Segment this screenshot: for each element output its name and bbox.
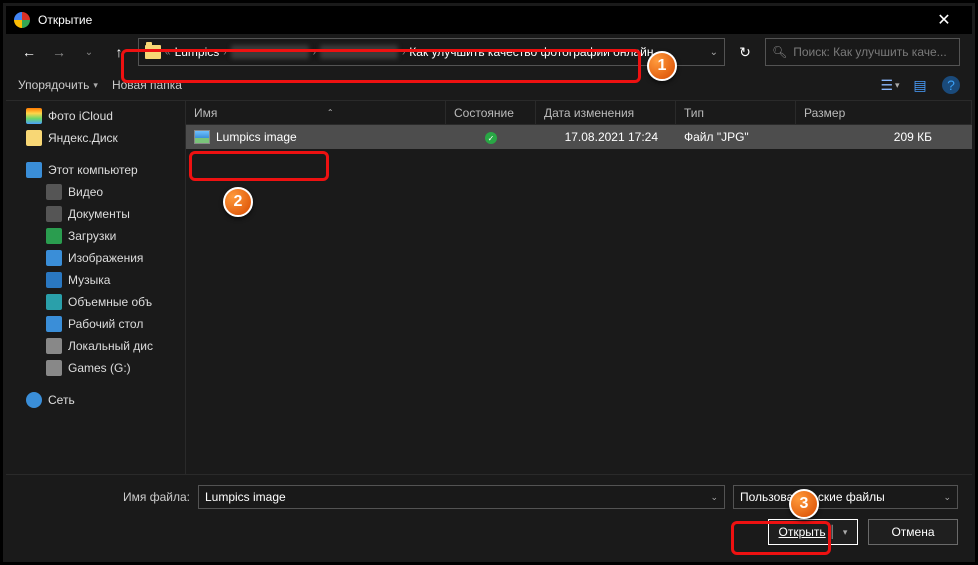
chevron-down-icon[interactable]: ⌄ <box>710 492 718 503</box>
col-size[interactable]: Размер <box>796 101 972 124</box>
file-list: Имя ⌃ Состояние Дата изменения Тип Разме… <box>186 101 972 474</box>
up-button[interactable]: ↑ <box>108 41 130 63</box>
close-button[interactable]: ✕ <box>924 6 964 34</box>
forward-button[interactable]: → <box>48 41 70 63</box>
file-type-filter[interactable]: Пользовательские файлы ⌄ <box>733 485 958 509</box>
search-icon: 🔍︎ <box>772 45 787 59</box>
search-input[interactable]: 🔍︎ Поиск: Как улучшить каче... <box>765 38 960 66</box>
file-type: Файл "JPG" <box>684 130 749 144</box>
image-file-icon <box>194 130 210 144</box>
recent-caret[interactable]: ⌄ <box>78 41 100 63</box>
chevron-down-icon[interactable]: ⌄ <box>710 47 718 58</box>
chevron-right-icon: › <box>402 47 405 58</box>
sidebar-item-thispc[interactable]: Этот компьютер <box>6 159 185 181</box>
sidebar-item-desktop[interactable]: Рабочий стол <box>6 313 185 335</box>
sidebar-item-network[interactable]: Сеть <box>6 389 185 411</box>
filename-input[interactable]: Lumpics image ⌄ <box>198 485 725 509</box>
view-mode-button[interactable]: ☰▾ <box>882 77 898 93</box>
refresh-button[interactable]: ↻ <box>733 44 757 61</box>
back-button[interactable]: ← <box>18 41 40 63</box>
annotation-badge-2: 2 <box>223 187 253 217</box>
open-button[interactable]: Открыть ▏▾ <box>768 519 858 545</box>
filename-label: Имя файла: <box>20 490 190 504</box>
breadcrumb-item-redacted[interactable]: xxxxxxx <box>320 45 398 59</box>
sidebar-item-yandex[interactable]: Яндекс.Диск <box>6 127 185 149</box>
breadcrumb-item[interactable]: Lumpics <box>175 45 220 59</box>
sync-ok-icon: ✓ <box>485 132 497 144</box>
sidebar-item-games[interactable]: Games (G:) <box>6 357 185 379</box>
sidebar-item-downloads[interactable]: Загрузки <box>6 225 185 247</box>
nav-row: ← → ⌄ ↑ « Lumpics › xxxxxxx › xxxxxxx › … <box>6 34 972 70</box>
annotation-badge-1: 1 <box>647 51 677 81</box>
window-title: Открытие <box>38 13 92 27</box>
sidebar: Фото iCloud Яндекс.Диск Этот компьютер В… <box>6 101 186 474</box>
titlebar: Открытие ✕ <box>6 6 972 34</box>
file-open-dialog: Открытие ✕ ← → ⌄ ↑ « Lumpics › xxxxxxx ›… <box>6 6 972 559</box>
chevron-left-icon: « <box>165 47 171 58</box>
new-folder-button[interactable]: Новая папка <box>112 78 182 92</box>
preview-pane-button[interactable]: ▤ <box>912 77 928 93</box>
sidebar-item-3d[interactable]: Объемные объ <box>6 291 185 313</box>
toolbar: Упорядочить▾ Новая папка ☰▾ ▤ ? <box>6 70 972 100</box>
breadcrumb-item[interactable]: Как улучшить качество фотографии онлайн <box>409 45 653 59</box>
sidebar-item-video[interactable]: Видео <box>6 181 185 203</box>
file-name: Lumpics image <box>216 130 297 144</box>
col-state[interactable]: Состояние <box>446 101 536 124</box>
col-date[interactable]: Дата изменения <box>536 101 676 124</box>
col-name[interactable]: Имя ⌃ <box>186 101 446 124</box>
chrome-icon <box>14 12 30 28</box>
breadcrumb-item-redacted[interactable]: xxxxxxx <box>231 45 309 59</box>
organize-button[interactable]: Упорядочить▾ <box>18 78 98 92</box>
chevron-down-icon[interactable]: ⌄ <box>943 492 951 503</box>
dialog-bottom: Имя файла: Lumpics image ⌄ Пользовательс… <box>6 475 972 559</box>
chevron-right-icon: › <box>313 47 316 58</box>
search-placeholder: Поиск: Как улучшить каче... <box>793 45 946 59</box>
chevron-right-icon: › <box>223 47 226 58</box>
sidebar-item-docs[interactable]: Документы <box>6 203 185 225</box>
annotation-badge-3: 3 <box>789 489 819 519</box>
file-date: 17.08.2021 17:24 <box>565 130 658 144</box>
column-headers: Имя ⌃ Состояние Дата изменения Тип Разме… <box>186 101 972 125</box>
folder-icon <box>145 45 161 59</box>
sidebar-item-images[interactable]: Изображения <box>6 247 185 269</box>
sort-caret-icon: ⌃ <box>327 108 334 117</box>
help-button[interactable]: ? <box>942 76 960 94</box>
col-type[interactable]: Тип <box>676 101 796 124</box>
sidebar-item-icloud[interactable]: Фото iCloud <box>6 105 185 127</box>
sidebar-item-localdisk[interactable]: Локальный дис <box>6 335 185 357</box>
file-row[interactable]: Lumpics image ✓ 17.08.2021 17:24 Файл "J… <box>186 125 972 149</box>
address-bar[interactable]: « Lumpics › xxxxxxx › xxxxxxx › Как улуч… <box>138 38 725 66</box>
cancel-button[interactable]: Отмена <box>868 519 958 545</box>
file-size: 209 КБ <box>894 130 932 144</box>
sidebar-item-music[interactable]: Музыка <box>6 269 185 291</box>
